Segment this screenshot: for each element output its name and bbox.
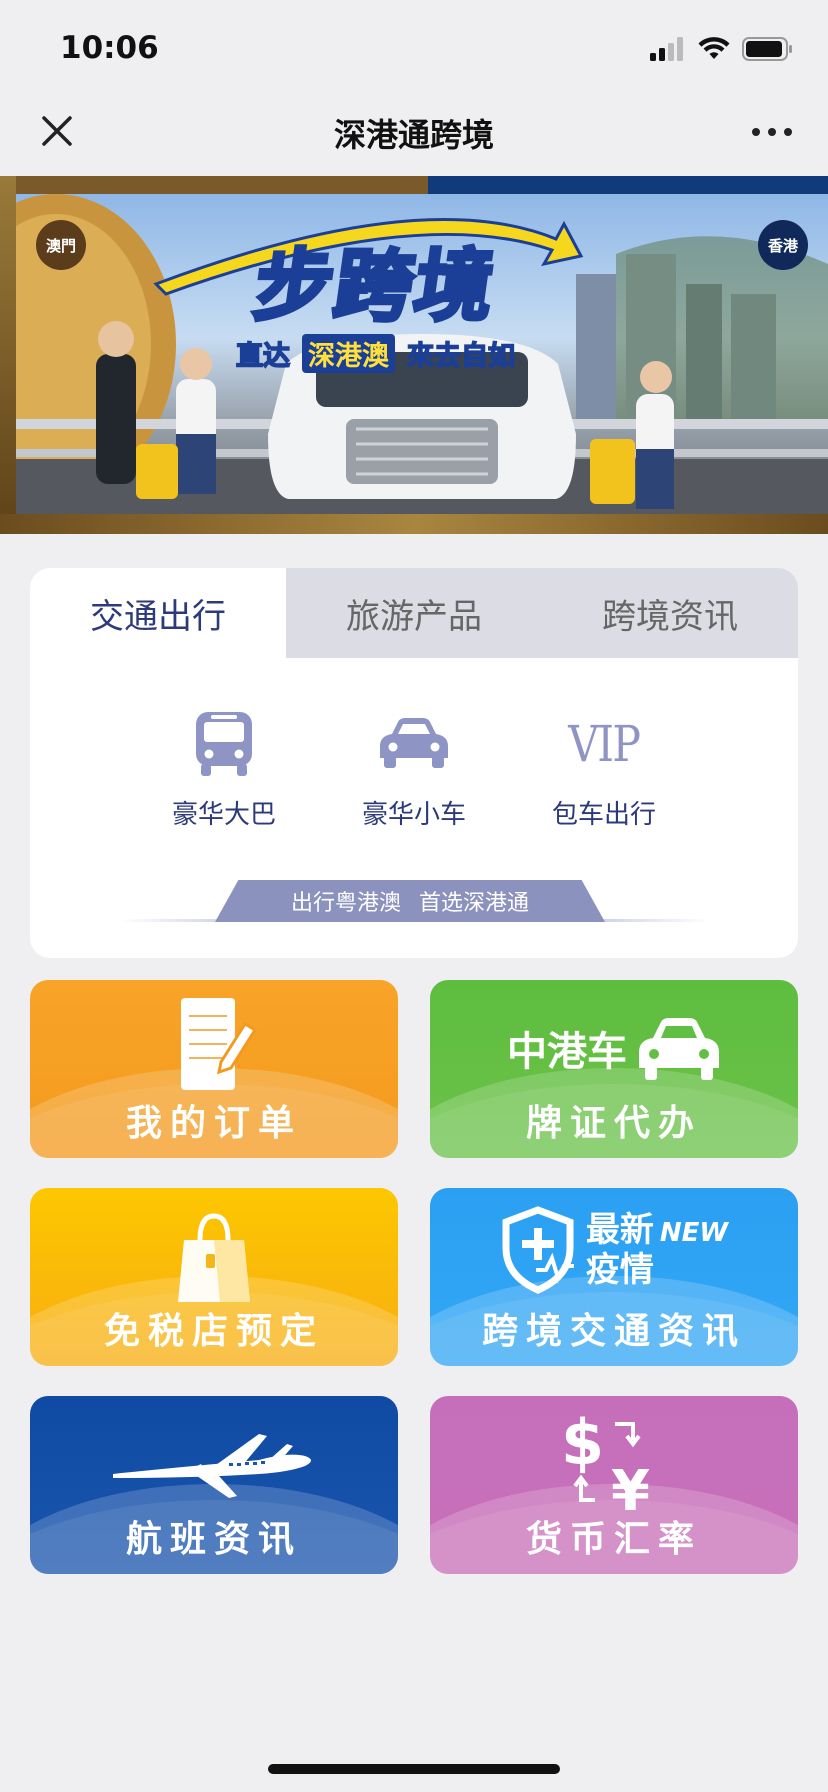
bus-icon — [193, 708, 255, 780]
wifi-icon — [698, 37, 730, 59]
tab-transport[interactable]: 交通出行 — [30, 568, 286, 658]
banner-sub-2: 深港澳 — [302, 334, 395, 373]
slogan-part-1: 出行粤港澳 — [290, 891, 401, 916]
nav-bar: 深港通跨境 — [0, 96, 828, 176]
car-icon — [378, 708, 450, 780]
currency-exchange-icon: $ ¥ — [430, 1406, 798, 1516]
banner-frame — [0, 514, 828, 534]
svg-text:¥: ¥ — [611, 1459, 650, 1516]
service-luxury-car[interactable]: 豪华小车 — [349, 708, 479, 831]
airplane-icon — [30, 1430, 398, 1500]
service-label: 豪华小车 — [361, 800, 466, 830]
tile-label: 航班资讯 — [125, 1519, 302, 1560]
tile-label: 我的订单 — [125, 1103, 302, 1144]
epidemic-text: 最新 NEW 疫情 — [586, 1210, 728, 1290]
page-title: 深港通跨境 — [333, 116, 494, 154]
tile-label: 免税店预定 — [103, 1311, 324, 1352]
currency-exchange-tile[interactable]: $ ¥ 货币汇率 — [430, 1396, 798, 1574]
tab-travel-products[interactable]: 旅游产品 — [286, 568, 542, 658]
epidemic-line-1: 最新 — [585, 1210, 654, 1250]
more-options-icon[interactable] — [750, 122, 794, 142]
shield-plus-icon — [502, 1206, 574, 1294]
promo-banner[interactable]: 澳門 香港 步跨境 直达 深港澳 來去自如 — [0, 176, 828, 534]
macau-badge: 澳門 — [36, 220, 86, 270]
tile-label: 货币汇率 — [525, 1519, 702, 1560]
epidemic-line-2: 疫情 — [585, 1250, 654, 1290]
cellular-signal-icon — [650, 37, 683, 61]
category-tabs: 交通出行 旅游产品 跨境资讯 — [30, 568, 798, 658]
home-indicator[interactable] — [268, 1764, 560, 1774]
status-time: 10:06 — [60, 30, 159, 66]
slogan-part-2: 首选深港通 — [419, 891, 530, 916]
flight-info-tile[interactable]: 航班资讯 — [30, 1396, 398, 1574]
banner-subtitle: 直达 深港澳 來去自如 — [235, 334, 516, 373]
svg-text:$: $ — [561, 1406, 604, 1479]
banner-sub-1: 直达 — [235, 340, 291, 373]
duty-free-booking-tile[interactable]: 免税店预定 — [30, 1188, 398, 1366]
service-charter[interactable]: VIP 包车出行 — [539, 708, 669, 831]
plate-license-service-tile[interactable]: 中港车 牌证代办 — [430, 980, 798, 1158]
order-note-icon — [30, 994, 398, 1094]
slogan: 出行粤港澳 首选深港通 — [120, 880, 710, 924]
banner-sub-3: 來去自如 — [406, 340, 516, 373]
service-label: 包车出行 — [551, 800, 656, 830]
service-label: 豪华大巴 — [171, 800, 276, 830]
tile-label: 跨境交通资讯 — [481, 1311, 746, 1352]
new-tag: NEW — [659, 1218, 729, 1248]
epidemic-news-icon: 最新 NEW 疫情 — [430, 1206, 798, 1294]
hong-kong-badge: 香港 — [758, 220, 808, 270]
service-row: 豪华大巴 豪华小车 VIP 包车出行 — [30, 708, 798, 831]
battery-icon — [742, 37, 792, 61]
tab-cross-border-news[interactable]: 跨境资讯 — [542, 568, 798, 658]
car-icon — [639, 1018, 719, 1080]
banner-headline: 步跨境 — [247, 240, 504, 334]
vip-icon: VIP — [562, 708, 646, 780]
banner-frame — [0, 176, 16, 534]
plate-service-icon: 中港车 — [430, 1014, 798, 1082]
banner-image: 澳門 香港 步跨境 直达 深港澳 來去自如 — [16, 194, 828, 514]
status-bar: 10:06 — [0, 0, 828, 96]
slogan-banner: 出行粤港澳 首选深港通 — [215, 880, 605, 922]
vip-icon-text: VIP — [568, 715, 641, 773]
service-luxury-bus[interactable]: 豪华大巴 — [159, 708, 289, 831]
plate-icon-text: 中港车 — [507, 1029, 627, 1075]
category-card: 交通出行 旅游产品 跨境资讯 豪华大巴 豪华小车 VIP 包车出行 出行粤港澳 … — [30, 568, 798, 958]
shopping-bag-icon — [30, 1210, 398, 1308]
cross-border-traffic-news-tile[interactable]: 最新 NEW 疫情 跨境交通资讯 — [430, 1188, 798, 1366]
banner-frame — [428, 176, 828, 194]
status-icons — [650, 36, 794, 62]
tile-label: 牌证代办 — [525, 1103, 702, 1144]
my-orders-tile[interactable]: 我的订单 — [30, 980, 398, 1158]
